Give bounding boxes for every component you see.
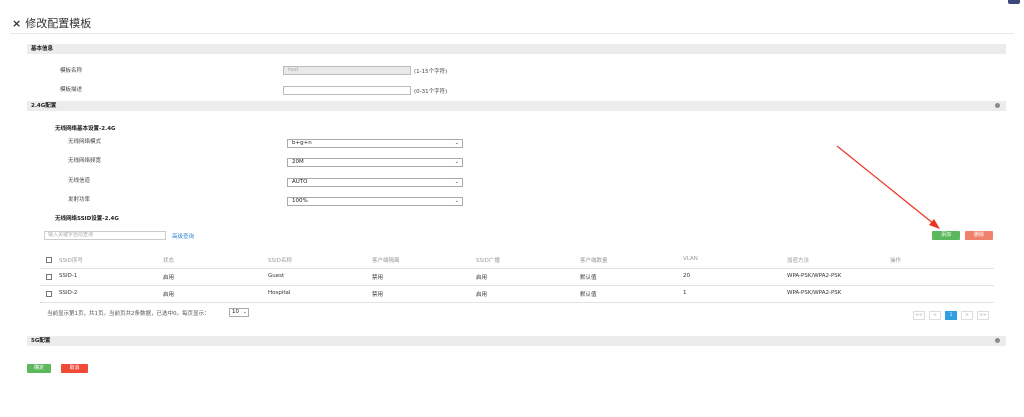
next-page-button[interactable]: > — [961, 311, 973, 320]
table-cell: 20 — [683, 273, 690, 279]
column-header: 状态 — [163, 258, 175, 264]
channel-value: AUTO — [292, 179, 308, 185]
pagination-info: 当前显示第1页，共1页。当前页共2条数据，已选中0。每页显示： — [47, 311, 210, 317]
table-cell: WPA-PSK/WPA2-PSK — [787, 273, 842, 279]
section-basic-info: 基本信息 — [27, 44, 1006, 54]
table-cell: 禁用 — [372, 275, 384, 281]
collapse-icon[interactable] — [995, 103, 1000, 108]
mode-value: b+g+n — [292, 140, 312, 146]
page-title-text: 修改配置模板 — [25, 17, 92, 30]
annotation-arrow — [836, 145, 940, 229]
row-checkbox[interactable] — [46, 291, 52, 297]
corner-badge — [1008, 0, 1020, 4]
select-all-checkbox[interactable] — [46, 257, 52, 263]
table-cell: 禁用 — [372, 292, 384, 298]
divider — [10, 33, 1014, 34]
table-cell: Guest — [268, 273, 285, 279]
table-cell: 启用 — [163, 275, 175, 281]
row-divider — [40, 302, 994, 303]
arrow-head — [929, 219, 940, 229]
page-title: × 修改配置模板 — [12, 15, 91, 31]
bandwidth-select[interactable]: 20M ⌄ — [287, 158, 463, 167]
chevron-down-icon: ⌄ — [242, 309, 247, 315]
cancel-button[interactable]: 取消 — [61, 364, 88, 373]
delete-button[interactable]: 删除 — [965, 231, 993, 240]
last-page-button[interactable]: >> — [977, 311, 989, 320]
column-header: VLAN — [683, 256, 698, 262]
section-5g: 5G配置 — [27, 336, 1006, 346]
ssid-settings-subtitle: 无线网络SSID设置-2.4G — [55, 216, 119, 222]
column-header: SSID名称 — [268, 258, 292, 264]
page-size-select[interactable]: 10 ⌄ — [229, 308, 249, 317]
arrow-line — [836, 145, 935, 225]
template-name-label: 模板名称 — [60, 68, 83, 74]
row-divider — [40, 268, 994, 269]
chevron-down-icon: ⌄ — [454, 159, 459, 165]
bandwidth-value: 20M — [292, 159, 304, 165]
mode-label: 无线网络模式 — [68, 139, 102, 145]
template-desc-label: 模板描述 — [60, 87, 83, 93]
advanced-search-link[interactable]: 高级查询 — [172, 232, 194, 240]
table-cell: 1 — [683, 290, 687, 296]
prev-page-button[interactable]: < — [929, 311, 941, 320]
column-header: 加密方法 — [787, 258, 810, 264]
column-header: 客户端数量 — [580, 258, 608, 264]
basic-settings-subtitle: 无线网络基本设置-2.4G — [55, 126, 116, 132]
power-label: 发射功率 — [68, 197, 91, 203]
chevron-down-icon: ⌄ — [454, 179, 459, 185]
column-header: 客户端隔离 — [372, 258, 400, 264]
power-select[interactable]: 100% ⌄ — [287, 197, 463, 206]
table-cell: 启用 — [476, 275, 488, 281]
search-input[interactable]: 输入关键字自动查询 — [44, 231, 166, 240]
template-name-input[interactable]: test — [283, 66, 411, 75]
collapse-icon[interactable] — [995, 338, 1000, 343]
section-2g4: 2.4G配置 — [27, 101, 1006, 111]
table-cell: Hospital — [268, 290, 291, 296]
template-desc-input[interactable] — [283, 86, 411, 95]
table-cell: SSID-2 — [59, 290, 78, 296]
power-value: 100% — [292, 198, 308, 204]
bandwidth-label: 无线网络频宽 — [68, 158, 102, 164]
section-title: 基本信息 — [31, 46, 54, 52]
table-cell: 启用 — [163, 292, 175, 298]
table-cell: 启用 — [476, 292, 488, 298]
close-icon[interactable]: × — [12, 17, 21, 30]
page-size-value: 10 — [232, 309, 239, 315]
row-divider — [40, 285, 994, 286]
template-name-hint: (1-15个字符) — [414, 69, 448, 75]
table-cell: SSID-1 — [59, 273, 78, 279]
mode-select[interactable]: b+g+n ⌄ — [287, 139, 463, 148]
chevron-down-icon: ⌄ — [454, 140, 459, 146]
page-1-button[interactable]: 1 — [945, 311, 957, 320]
section-title: 2.4G配置 — [31, 103, 57, 109]
column-header: SSID序号 — [59, 258, 83, 264]
row-checkbox[interactable] — [46, 274, 52, 280]
confirm-button[interactable]: 确定 — [27, 364, 51, 373]
first-page-button[interactable]: << — [913, 311, 925, 320]
channel-label: 无线信道 — [68, 178, 91, 184]
column-header: SSID广播 — [476, 258, 500, 264]
table-cell: 默认值 — [580, 275, 597, 281]
section-title: 5G配置 — [31, 338, 51, 344]
channel-select[interactable]: AUTO ⌄ — [287, 178, 463, 187]
table-cell: 默认值 — [580, 292, 597, 298]
template-desc-hint: (0-31个字符) — [414, 89, 448, 95]
table-cell: WPA-PSK/WPA2-PSK — [787, 290, 842, 296]
pager: << < 1 > >> — [913, 311, 993, 320]
add-button[interactable]: 添加 — [932, 231, 960, 240]
chevron-down-icon: ⌄ — [454, 198, 459, 204]
column-header: 操作 — [890, 258, 902, 264]
